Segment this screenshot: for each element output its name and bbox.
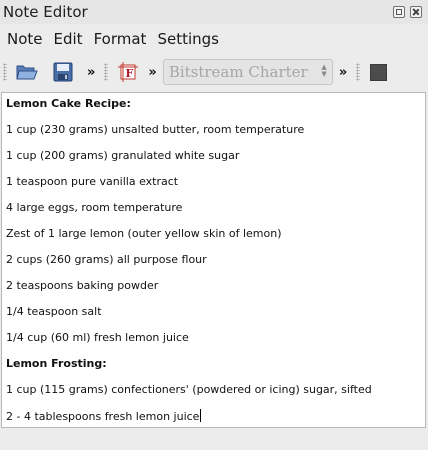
note-heading-line: Lemon Cake Recipe: (6, 97, 131, 110)
menu-note[interactable]: Note (7, 30, 43, 48)
title-bar: Note Editor (0, 0, 428, 24)
window-title: Note Editor (3, 3, 88, 21)
text-cursor (200, 409, 202, 422)
note-text-line: Zest of 1 large lemon (outer yellow skin… (6, 227, 282, 240)
font-icon[interactable]: F (116, 60, 140, 84)
toolbar-overflow-icon[interactable]: » (87, 65, 96, 80)
toolbar-overflow-icon-3[interactable]: » (339, 65, 348, 80)
svg-text:F: F (126, 67, 134, 80)
note-text-line: 2 cups (260 grams) all purpose flour (6, 253, 207, 266)
toolbar-overflow-icon-2[interactable]: » (148, 65, 157, 80)
note-text-line: 2 teaspoons baking powder (6, 279, 159, 292)
text-color-button[interactable] (370, 63, 388, 81)
note-text-line: 2 - 4 tablespoons fresh lemon juice (6, 409, 202, 423)
toolbar-grip[interactable] (3, 63, 7, 81)
menu-settings[interactable]: Settings (157, 30, 219, 48)
toolbar-grip-3[interactable] (356, 63, 361, 81)
note-text-line: 1/4 cup (60 ml) fresh lemon juice (6, 331, 189, 344)
note-text-line: 1 cup (115 grams) confectioners' (powder… (6, 383, 372, 396)
toolbar: » F » Bitstream Charter ▲ ▼ » (0, 56, 428, 88)
save-icon[interactable] (51, 60, 75, 84)
menu-format[interactable]: Format (94, 30, 147, 48)
close-window-button[interactable] (410, 6, 422, 18)
note-text-line: 1/4 teaspoon salt (6, 305, 102, 318)
menu-bar: Note Edit Format Settings (0, 26, 428, 52)
note-text-line: 1 cup (200 grams) granulated white sugar (6, 149, 240, 162)
toolbar-grip-2[interactable] (104, 63, 109, 81)
note-heading-line: Lemon Frosting: (6, 357, 107, 370)
title-buttons (393, 6, 422, 18)
font-family-select[interactable]: Bitstream Charter ▲ ▼ (162, 59, 333, 85)
float-window-button[interactable] (393, 6, 405, 18)
open-folder-icon[interactable] (15, 60, 39, 84)
menu-edit[interactable]: Edit (54, 30, 83, 48)
note-editor-text-area[interactable]: Lemon Cake Recipe: 1 cup (230 grams) unsa… (1, 92, 426, 428)
updown-arrows-icon: ▲ ▼ (321, 63, 327, 78)
note-text-line: 4 large eggs, room temperature (6, 201, 183, 214)
note-text-line: 1 cup (230 grams) unsalted butter, room … (6, 123, 305, 136)
font-family-value: Bitstream Charter (168, 63, 308, 81)
note-text-line: 1 teaspoon pure vanilla extract (6, 175, 179, 188)
